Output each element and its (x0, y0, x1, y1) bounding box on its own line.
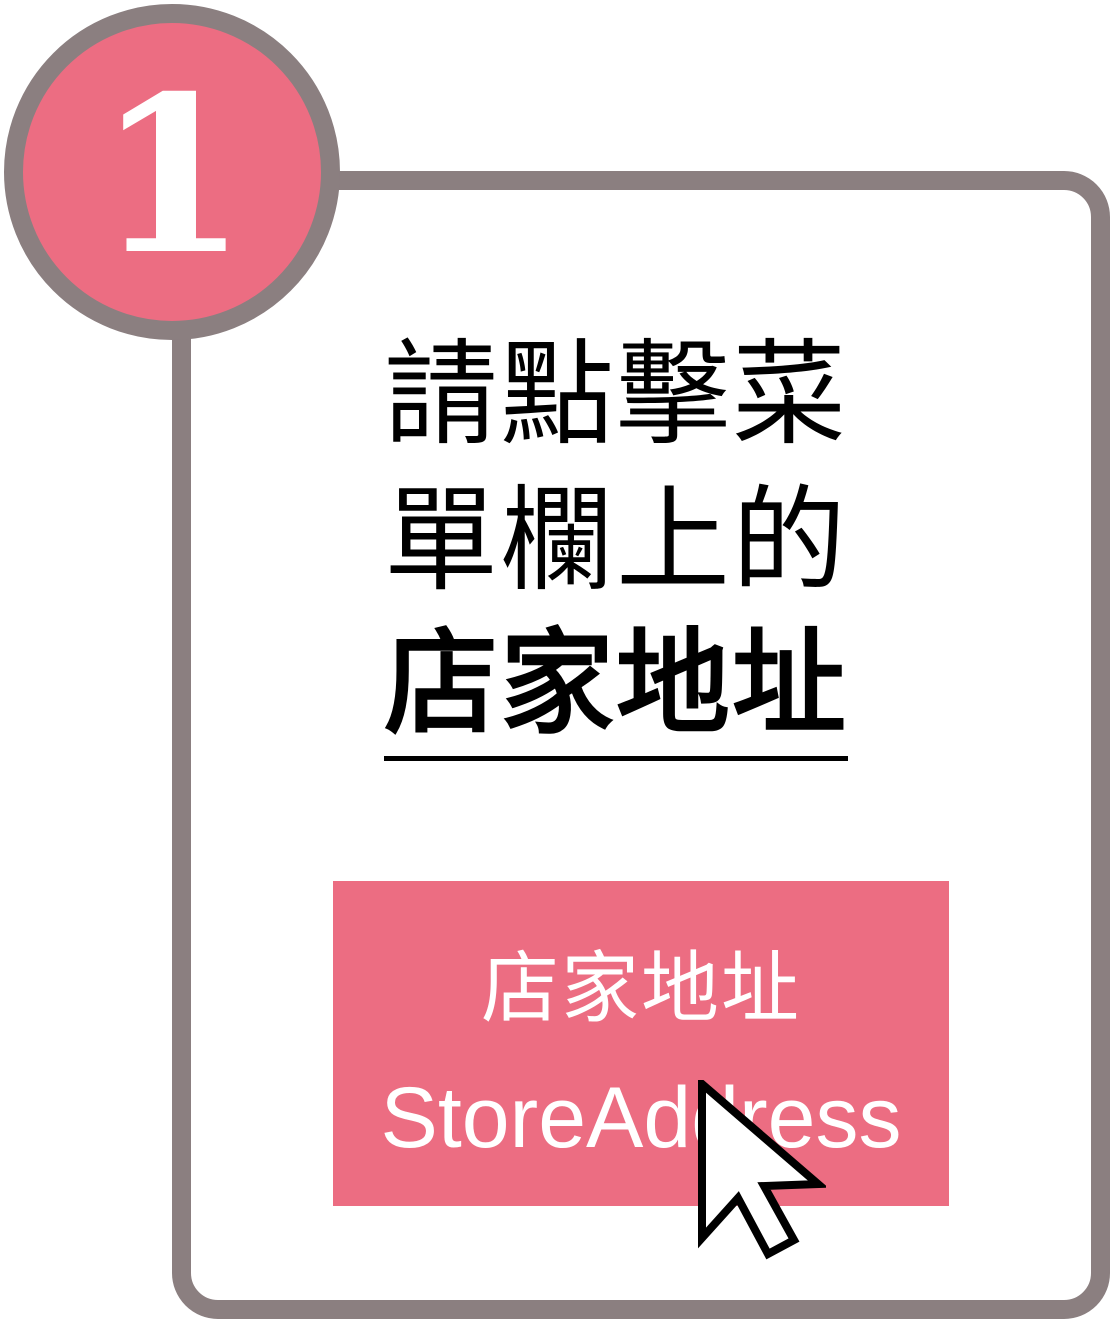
step-number: 1 (96, 48, 248, 302)
instruction-line-2: 單欄上的 (383, 474, 848, 607)
step-badge: 1 (4, 4, 340, 340)
menu-button-label-en: StoreAddress (380, 1070, 902, 1166)
instruction-text: 請點擊菜 單欄上的 店家地址 (352, 322, 880, 761)
menu-button-label-zh: 店家地址 (480, 944, 801, 1034)
store-address-menu-button[interactable]: 店家地址 StoreAddress (333, 881, 949, 1206)
mouse-pointer-icon (698, 1080, 826, 1260)
instruction-emphasis: 店家地址 (383, 614, 848, 761)
instruction-line-1: 請點擊菜 (383, 328, 848, 461)
